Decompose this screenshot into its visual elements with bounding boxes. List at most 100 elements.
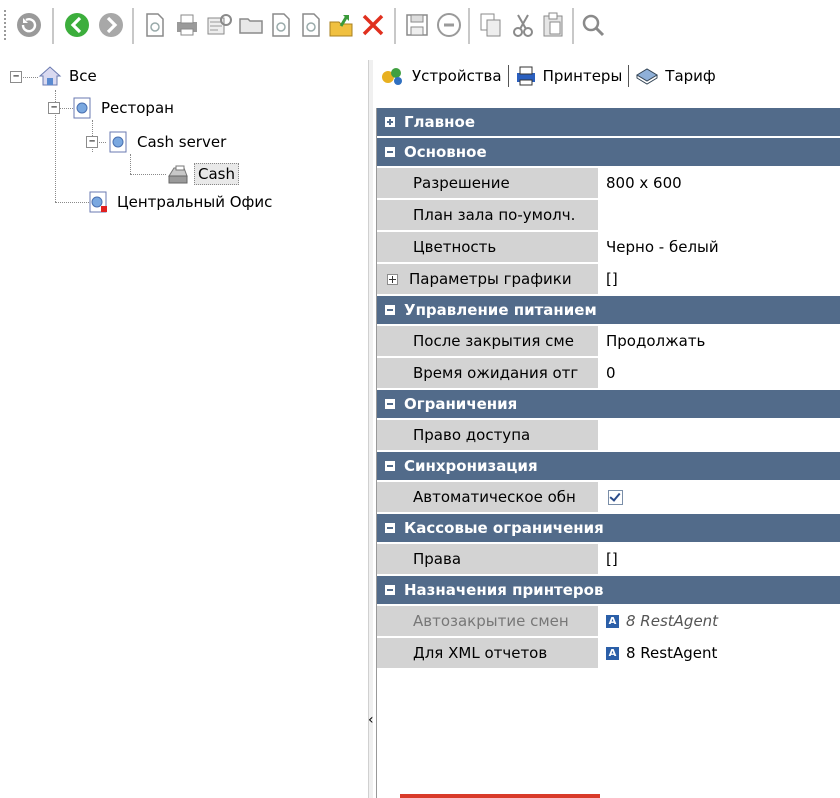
- property-value[interactable]: Черно - белый: [597, 232, 840, 262]
- tab-printers[interactable]: Принтеры: [511, 63, 627, 89]
- collapse-icon[interactable]: [385, 523, 395, 533]
- property-value[interactable]: []: [597, 264, 840, 294]
- property-row-wait-time[interactable]: Время ожидания отг 0: [377, 358, 840, 388]
- expand-toggle-root[interactable]: −: [10, 71, 22, 83]
- tree-node-root[interactable]: Все: [38, 64, 100, 88]
- property-row-auto-close[interactable]: Автозакрытие смен A 8 RestAgent: [377, 606, 840, 636]
- property-name: Параметры графики: [409, 270, 572, 288]
- tree-node-restaurant[interactable]: Ресторан: [70, 96, 177, 120]
- forward-icon[interactable]: [96, 10, 126, 40]
- printer-icon: [516, 66, 535, 86]
- new-document-icon[interactable]: [140, 10, 170, 40]
- office-icon: [89, 191, 107, 213]
- property-name: Время ожидания отг: [377, 358, 597, 388]
- toolbar-separator: [394, 8, 396, 44]
- property-name: План зала по-умолч.: [377, 200, 597, 230]
- tab-label: Устройства: [412, 67, 502, 85]
- import-icon[interactable]: [326, 10, 356, 40]
- auto-update-checkbox[interactable]: [608, 489, 623, 505]
- refresh-icon[interactable]: [14, 10, 44, 40]
- tree-line: [130, 174, 166, 175]
- tab-tariff[interactable]: Тариф: [631, 63, 719, 89]
- expand-toggle-restaurant[interactable]: −: [48, 102, 60, 114]
- scroll-left-icon[interactable]: ‹: [368, 710, 374, 730]
- house-icon: [38, 66, 62, 86]
- property-value-text: 8 RestAgent: [626, 612, 719, 630]
- print-preview-icon[interactable]: [204, 10, 234, 40]
- toolbar-separator: [572, 8, 574, 44]
- property-value[interactable]: 800 x 600: [597, 168, 840, 198]
- devices-icon: [382, 68, 402, 85]
- property-value[interactable]: A 8 RestAgent: [597, 638, 840, 668]
- property-value[interactable]: []: [597, 544, 840, 574]
- save-icon[interactable]: [402, 10, 432, 40]
- property-row-after-close[interactable]: После закрытия сме Продолжать: [377, 326, 840, 356]
- property-value[interactable]: [597, 200, 840, 230]
- category-label: Основное: [404, 143, 487, 161]
- expand-icon[interactable]: [387, 273, 398, 285]
- property-name: Право доступа: [377, 420, 597, 450]
- copy-icon[interactable]: [476, 10, 506, 40]
- delete-icon[interactable]: [358, 10, 388, 40]
- category-label: Управление питанием: [404, 301, 597, 319]
- property-row-graphics[interactable]: Параметры графики []: [377, 264, 840, 294]
- property-row-xml-reports[interactable]: Для XML отчетов A 8 RestAgent: [377, 638, 840, 668]
- category-limits[interactable]: Ограничения: [377, 390, 840, 418]
- property-row-resolution[interactable]: Разрешение 800 x 600: [377, 168, 840, 198]
- toolbar-separator: [52, 8, 54, 44]
- search-icon[interactable]: [578, 10, 608, 40]
- collapse-icon[interactable]: [385, 585, 395, 595]
- toolbar-grip[interactable]: [4, 10, 9, 40]
- tree-node-label: Cash server: [137, 133, 227, 151]
- property-row-color[interactable]: Цветность Черно - белый: [377, 232, 840, 262]
- category-label: Назначения принтеров: [404, 581, 604, 599]
- object-tree[interactable]: − − − Все Ресторан Cash server Cash Цент…: [0, 60, 368, 798]
- undo-icon[interactable]: [434, 10, 464, 40]
- tab-devices[interactable]: Устройства: [376, 63, 506, 89]
- category-cash-limits[interactable]: Кассовые ограничения: [377, 514, 840, 542]
- print-icon[interactable]: [172, 10, 202, 40]
- tab-strip: Устройства Принтеры Тариф: [376, 62, 840, 90]
- property-value[interactable]: [597, 420, 840, 450]
- expand-toggle-cash-server[interactable]: −: [86, 136, 98, 148]
- property-name: Цветность: [377, 232, 597, 262]
- tree-node-label: Ресторан: [101, 99, 174, 117]
- status-underline: [400, 794, 600, 798]
- paste-icon[interactable]: [538, 10, 568, 40]
- collapse-icon[interactable]: [385, 305, 395, 315]
- tree-node-cash-server[interactable]: Cash server: [106, 130, 229, 154]
- folder-icon[interactable]: [236, 10, 266, 40]
- category-main[interactable]: Главное: [377, 108, 840, 136]
- property-value[interactable]: 0: [597, 358, 840, 388]
- agent-icon: A: [606, 614, 619, 628]
- category-sync[interactable]: Синхронизация: [377, 452, 840, 480]
- property-row-auto-update[interactable]: Автоматическое обн: [377, 482, 840, 512]
- property-row-rights[interactable]: Права []: [377, 544, 840, 574]
- tree-node-central-office[interactable]: Центральный Офис: [86, 190, 275, 214]
- toolbar-separator: [132, 8, 134, 44]
- collapse-icon[interactable]: [385, 399, 395, 409]
- server-icon: [109, 131, 127, 153]
- property-name: Для XML отчетов: [377, 638, 597, 668]
- cash-register-icon: [168, 165, 188, 184]
- property-row-access[interactable]: Право доступа: [377, 420, 840, 450]
- tab-separator: [628, 65, 630, 87]
- collapse-icon[interactable]: [385, 147, 395, 157]
- property-value: [597, 482, 840, 512]
- pane-splitter[interactable]: [368, 60, 373, 798]
- cut-icon[interactable]: [508, 10, 538, 40]
- expand-icon[interactable]: [385, 117, 395, 127]
- property-name: Автозакрытие смен: [377, 606, 597, 636]
- collapse-icon[interactable]: [385, 461, 395, 471]
- tree-node-cash[interactable]: Cash: [166, 162, 239, 186]
- category-basic[interactable]: Основное: [377, 138, 840, 166]
- back-icon[interactable]: [62, 10, 92, 40]
- property-value[interactable]: Продолжать: [597, 326, 840, 356]
- new-document-icon[interactable]: [296, 10, 326, 40]
- category-printers[interactable]: Назначения принтеров: [377, 576, 840, 604]
- property-value[interactable]: A 8 RestAgent: [597, 606, 840, 636]
- category-power[interactable]: Управление питанием: [377, 296, 840, 324]
- tariff-icon: [636, 68, 659, 85]
- copy-document-icon[interactable]: [266, 10, 296, 40]
- property-row-hall-plan[interactable]: План зала по-умолч.: [377, 200, 840, 230]
